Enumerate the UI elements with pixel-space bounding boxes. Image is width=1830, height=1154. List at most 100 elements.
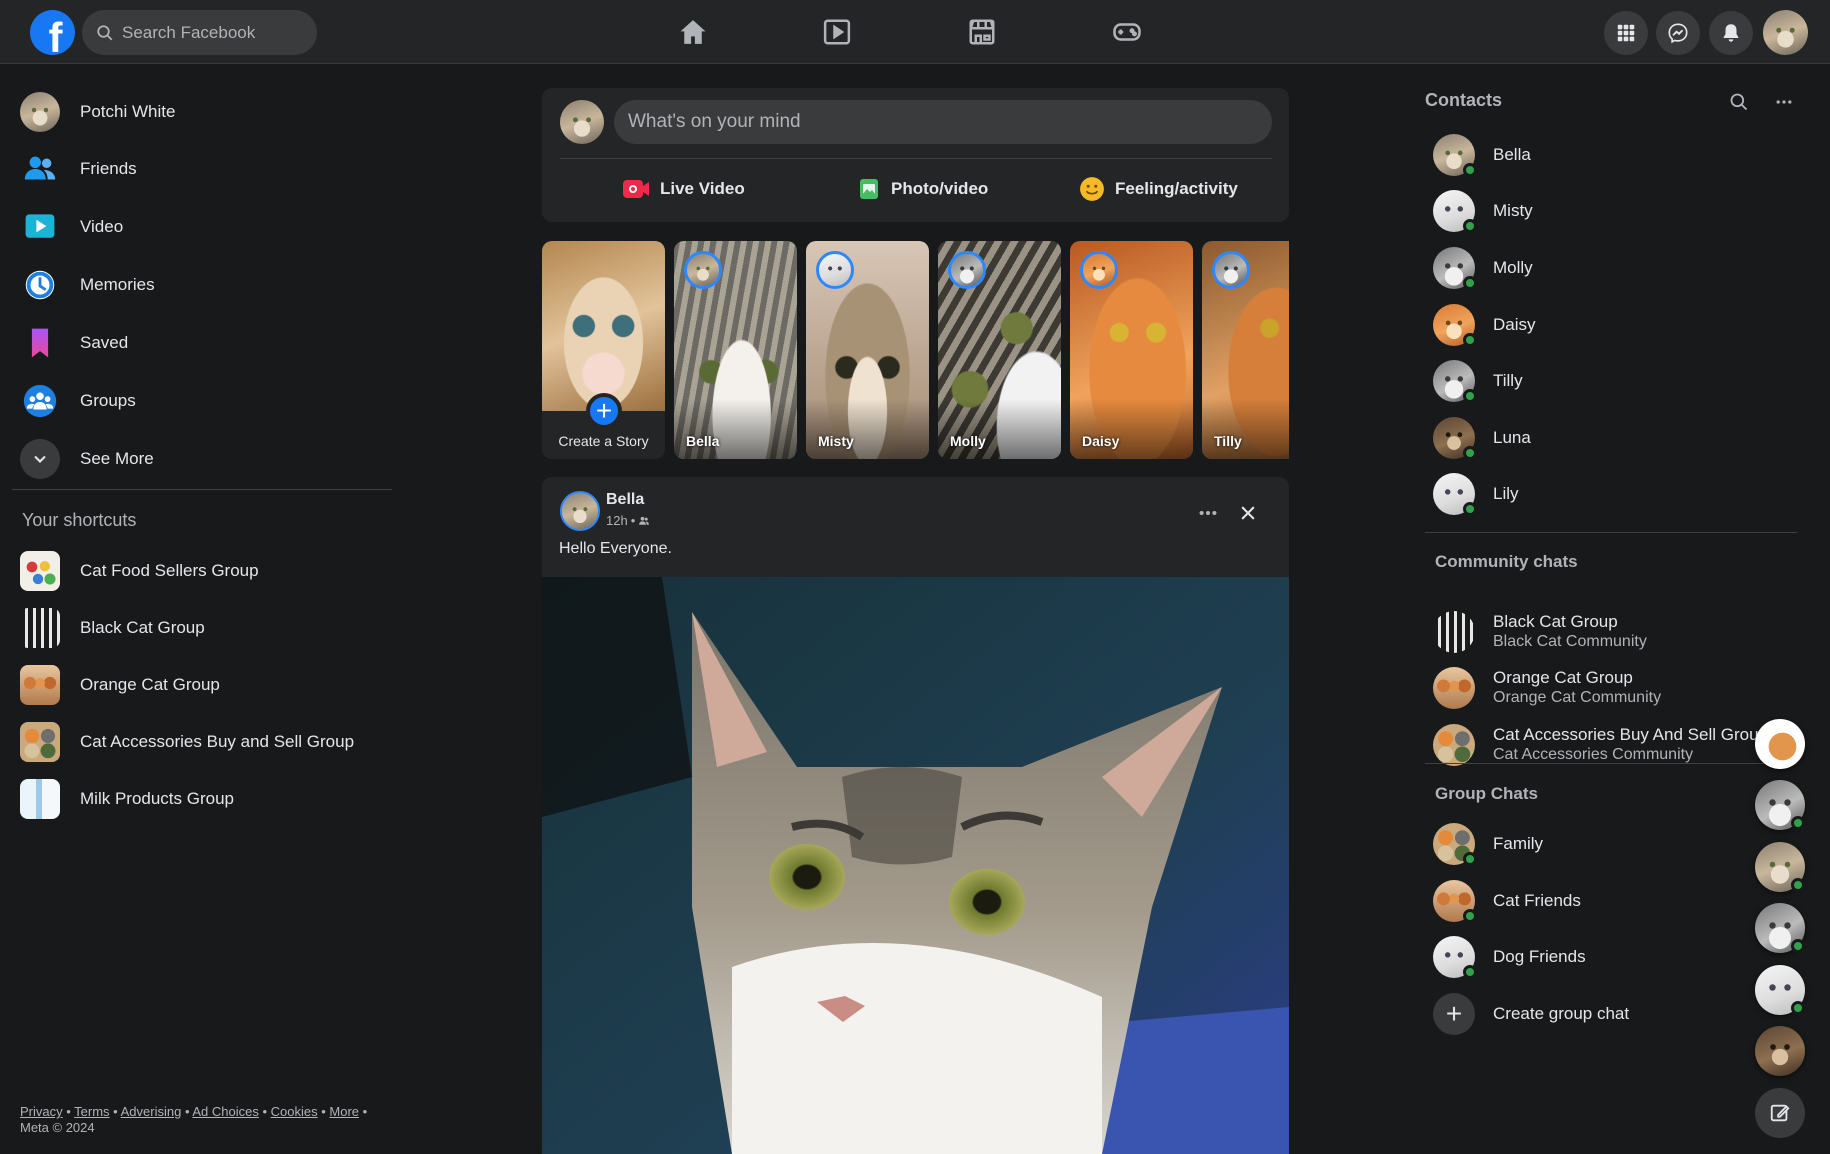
contact-item[interactable]: Daisy <box>1433 300 1763 350</box>
hide-post-button[interactable] <box>1230 495 1266 531</box>
story-avatar <box>1080 251 1118 289</box>
sidebar-divider <box>12 489 392 490</box>
contact-item[interactable]: Molly <box>1433 243 1763 293</box>
plus-icon: + <box>586 393 622 429</box>
story-card[interactable]: Misty <box>806 241 929 459</box>
shortcut-item[interactable]: Orange Cat Group <box>20 661 400 709</box>
group-chat-item[interactable]: Dog Friends <box>1433 932 1763 982</box>
contacts-search-button[interactable] <box>1725 88 1753 116</box>
chat-head[interactable] <box>1755 780 1805 830</box>
sidebar-item-see-more[interactable]: See More <box>20 435 400 483</box>
chat-head[interactable] <box>1755 1026 1805 1076</box>
search-bar[interactable] <box>82 10 317 55</box>
compose-icon <box>1770 1104 1790 1122</box>
shortcut-item[interactable]: Cat Accessories Buy and Sell Group <box>20 718 400 766</box>
nav-marketplace[interactable] <box>952 12 1012 52</box>
story-shade <box>674 399 797 459</box>
story-shade <box>1202 399 1289 459</box>
chat-head[interactable] <box>1755 842 1805 892</box>
plus-icon: + <box>1433 993 1475 1035</box>
chat-head[interactable] <box>1755 965 1805 1015</box>
live-video-button[interactable]: Live Video <box>622 168 745 210</box>
footer-link-advertising[interactable]: Adverising <box>121 1104 182 1119</box>
feed-post: Bella 12h • Hello Everyone. <box>542 477 1289 1154</box>
account-avatar[interactable] <box>1763 10 1808 55</box>
community-chats-title: Community chats <box>1435 552 1578 571</box>
shortcut-item[interactable]: Black Cat Group <box>20 604 400 652</box>
contact-name: Tilly <box>1493 371 1523 390</box>
create-group-chat-label: Create group chat <box>1493 1004 1630 1023</box>
online-indicator <box>1463 909 1477 923</box>
sidebar-item-memories[interactable]: Memories <box>20 261 400 309</box>
composer-input[interactable]: What's on your mind <box>614 100 1272 144</box>
post-timestamp[interactable]: 12h <box>606 513 628 528</box>
new-message-button[interactable] <box>1755 1088 1805 1138</box>
story-card[interactable]: Molly <box>938 241 1061 459</box>
notifications-button[interactable] <box>1709 11 1753 55</box>
footer-link-ad-choices[interactable]: Ad Choices <box>192 1104 258 1119</box>
contact-item[interactable]: Bella <box>1433 130 1763 180</box>
online-indicator <box>1463 219 1477 233</box>
contacts-options-button[interactable] <box>1770 88 1798 116</box>
nav-home[interactable] <box>663 12 723 52</box>
footer-link-terms[interactable]: Terms <box>74 1104 109 1119</box>
sidebar-item-label: Saved <box>80 333 129 352</box>
messenger-button[interactable] <box>1656 11 1700 55</box>
group-chat-avatar <box>1433 880 1477 923</box>
bell-icon <box>1723 24 1739 42</box>
post-author-name[interactable]: Bella <box>606 491 644 509</box>
chevron-down-icon <box>20 439 60 479</box>
post-options-button[interactable] <box>1190 495 1226 531</box>
sidebar-item-video[interactable]: Video <box>20 203 400 251</box>
online-indicator <box>1791 816 1805 830</box>
footer-link-more[interactable]: More <box>329 1104 359 1119</box>
sidebar-item-label: See More <box>80 449 154 468</box>
sidebar-footer: Privacy • Terms • Adverising • Ad Choice… <box>20 1104 368 1135</box>
sidebar-item-saved[interactable]: Saved <box>20 319 400 367</box>
gamepad-icon <box>1113 23 1141 41</box>
apps-menu-button[interactable] <box>1604 11 1648 55</box>
photo-video-button[interactable]: Photo/video <box>857 168 988 210</box>
contact-avatar <box>1433 473 1477 516</box>
feeling-activity-button[interactable]: Feeling/activity <box>1079 168 1238 210</box>
sidebar-item-friends[interactable]: Friends <box>20 145 400 193</box>
create-group-chat-button[interactable]: + Create group chat <box>1433 989 1763 1039</box>
facebook-logo[interactable]: f <box>30 10 75 55</box>
community-name: Cat Accessories Buy And Sell Group <box>1493 725 1768 744</box>
post-image[interactable] <box>542 577 1289 1154</box>
chat-head[interactable] <box>1755 903 1805 953</box>
sidebar-item-groups[interactable]: Groups <box>20 377 400 425</box>
story-card[interactable]: Daisy <box>1070 241 1193 459</box>
story-card[interactable]: Tilly <box>1202 241 1289 459</box>
group-chat-item[interactable]: Family <box>1433 819 1763 869</box>
groups-icon <box>20 381 60 421</box>
search-input[interactable] <box>122 22 302 43</box>
contact-item[interactable]: Lily <box>1433 469 1763 519</box>
chat-head[interactable] <box>1755 719 1805 769</box>
community-chat-item[interactable]: Orange Cat Group Orange Cat Community <box>1433 663 1793 713</box>
community-chat-item[interactable]: Black Cat Group Black Cat Community <box>1433 607 1793 657</box>
sidebar-profile[interactable]: Potchi White <box>20 88 400 136</box>
live-video-label: Live Video <box>660 179 745 198</box>
contact-item[interactable]: Misty <box>1433 186 1763 236</box>
group-chat-item[interactable]: Cat Friends <box>1433 876 1763 926</box>
shortcut-label: Orange Cat Group <box>80 675 220 694</box>
post-author-avatar[interactable] <box>560 491 600 531</box>
profile-avatar <box>20 92 60 132</box>
footer-link-privacy[interactable]: Privacy <box>20 1104 63 1119</box>
contact-item[interactable]: Tilly <box>1433 356 1763 406</box>
online-indicator <box>1463 502 1477 516</box>
contact-name: Misty <box>1493 201 1533 220</box>
contact-item[interactable]: Luna <box>1433 413 1763 463</box>
create-story-card[interactable]: + Create a Story <box>542 241 665 459</box>
group-chat-avatar <box>1433 936 1477 979</box>
nav-gaming[interactable] <box>1097 12 1157 52</box>
marketplace-icon <box>969 19 995 45</box>
story-card[interactable]: Bella <box>674 241 797 459</box>
shortcut-item[interactable]: Milk Products Group <box>20 775 400 823</box>
footer-link-cookies[interactable]: Cookies <box>271 1104 318 1119</box>
nav-watch[interactable] <box>807 12 867 52</box>
shortcut-item[interactable]: Cat Food Sellers Group <box>20 547 400 595</box>
story-name: Tilly <box>1214 433 1242 449</box>
community-subtitle: Black Cat Community <box>1493 633 1647 650</box>
